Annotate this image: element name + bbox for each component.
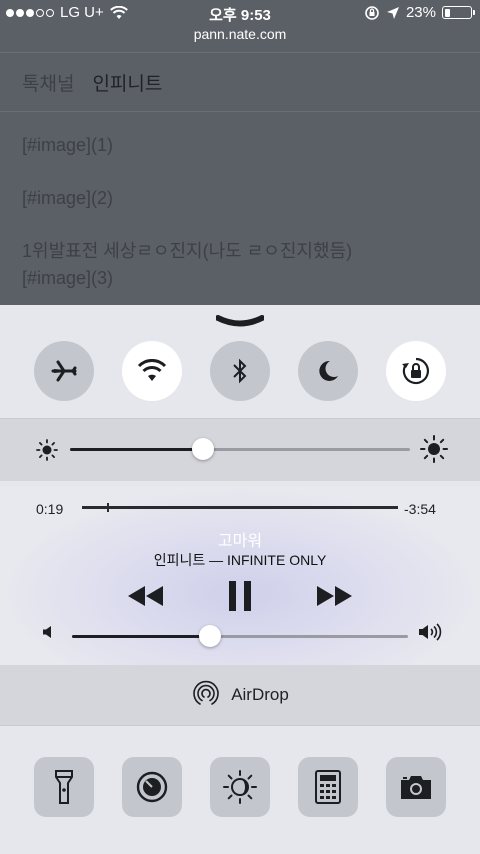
status-right-group: 23% <box>364 4 475 21</box>
flashlight-icon <box>55 770 73 804</box>
volume-knob[interactable] <box>199 625 221 647</box>
flashlight-button[interactable] <box>34 757 94 817</box>
night-shift-button[interactable] <box>210 757 270 817</box>
content-line: 1위발표전 세상ㄹㅇ진지(나도 ㄹㅇ진지했듬) <box>22 241 353 261</box>
control-center: 0:19 -3:54 고마워 인피니트 — INFINITE ONLY AirD… <box>0 305 480 854</box>
do-not-disturb-toggle[interactable] <box>298 341 358 401</box>
rewind-button[interactable] <box>124 579 168 613</box>
web-page-background: 톡채널 인피니트 [#image](1) [#image](2) 1위발표전 세… <box>0 52 480 306</box>
rotation-lock-status-icon <box>365 5 379 20</box>
quick-tools-row <box>0 725 480 854</box>
content-line: [#image](2) <box>22 188 114 208</box>
camera-icon <box>401 776 431 799</box>
airplane-mode-toggle[interactable] <box>34 341 94 401</box>
wifi-toggle[interactable] <box>122 341 182 401</box>
timer-button[interactable] <box>122 757 182 817</box>
moon-icon <box>319 360 338 381</box>
artist-album: 인피니트 — INFINITE ONLY <box>153 552 327 568</box>
camera-button[interactable] <box>386 757 446 817</box>
song-title: 고마워 <box>217 533 263 550</box>
fast-forward-button[interactable] <box>312 579 356 613</box>
playback-scrubber[interactable] <box>82 503 398 512</box>
volume-low-icon <box>43 626 51 638</box>
music-player: 0:19 -3:54 고마워 인피니트 — INFINITE ONLY <box>0 487 480 665</box>
toggle-row <box>0 341 480 419</box>
brightness-slider[interactable] <box>70 438 410 460</box>
pause-button[interactable] <box>218 579 262 613</box>
elapsed-time: 0:19 <box>36 501 64 517</box>
rewind-icon <box>128 586 163 606</box>
brightness-low-icon <box>36 439 58 461</box>
content-line: [#image](1) <box>22 135 114 155</box>
battery-icon <box>442 6 475 19</box>
nav-item-infinite: 인피니트 <box>92 73 163 95</box>
remaining-time: -3:54 <box>404 501 436 517</box>
location-arrow-icon <box>386 6 399 19</box>
rotation-lock-toggle[interactable] <box>386 341 446 401</box>
airdrop-icon <box>193 680 219 705</box>
bluetooth-toggle[interactable] <box>210 341 270 401</box>
airdrop-label: AirDrop <box>231 685 289 704</box>
nav-item-channel: 톡채널 <box>22 73 75 95</box>
wifi-icon <box>137 359 167 381</box>
rotation-lock-icon <box>402 357 429 385</box>
dismiss-chevron-icon[interactable] <box>216 315 264 329</box>
pause-icon <box>229 581 251 611</box>
volume-high-icon <box>419 623 442 641</box>
scrubber-position[interactable] <box>107 503 109 512</box>
brightness-fill <box>70 448 203 451</box>
page-content: [#image](1) [#image](2) 1위발표전 세상ㄹㅇ진지(나도 … <box>0 112 480 312</box>
battery-percent: 23% <box>405 4 436 21</box>
calculator-button[interactable] <box>298 757 358 817</box>
fast-forward-icon <box>317 586 352 606</box>
wifi-status-icon <box>109 5 128 19</box>
status-bar: LG U+ 오후 9:53 23% <box>0 0 480 26</box>
signal-strength-icon <box>6 8 54 17</box>
volume-fill <box>72 635 210 638</box>
carrier-name: LG U+ <box>60 4 104 21</box>
content-line: [#image](3) <box>22 268 114 288</box>
brightness-row <box>0 419 480 481</box>
brightness-knob[interactable] <box>192 438 214 460</box>
page-nav: 톡채널 인피니트 <box>0 52 480 112</box>
timer-icon <box>136 771 168 803</box>
carrier-group: LG U+ <box>6 4 128 21</box>
bluetooth-icon <box>233 358 247 384</box>
night-shift-icon <box>223 770 257 804</box>
brightness-high-icon <box>420 435 448 463</box>
browser-url[interactable]: pann.nate.com <box>0 26 480 42</box>
volume-slider[interactable] <box>72 625 408 647</box>
airplane-icon <box>51 360 77 382</box>
calculator-icon <box>315 770 341 804</box>
airdrop-button[interactable]: AirDrop <box>0 665 480 725</box>
